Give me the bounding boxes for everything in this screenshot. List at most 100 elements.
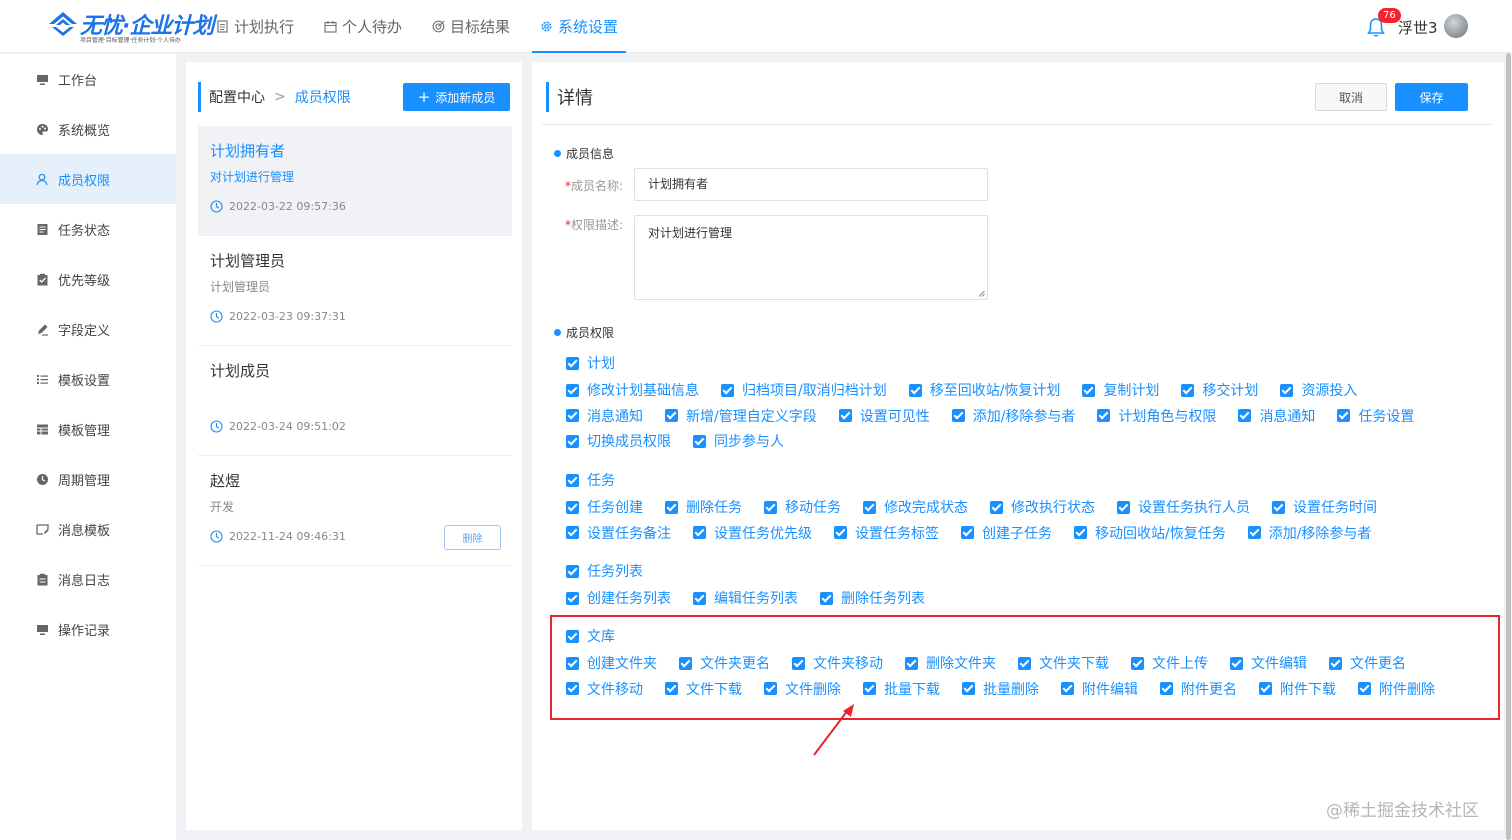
save-button[interactable]: 保存 [1395, 83, 1468, 111]
permission-group-head[interactable]: 任务 [566, 470, 615, 490]
checkbox-checked-icon[interactable] [566, 356, 579, 370]
nav-plan-execution[interactable]: 计划执行 [208, 0, 302, 53]
checkbox-checked-icon[interactable] [990, 500, 1003, 514]
permission-checkbox[interactable]: 修改计划基础信息 [566, 380, 699, 400]
nav-personal-todo[interactable]: 个人待办 [316, 0, 410, 53]
checkbox-checked-icon[interactable] [1097, 409, 1111, 422]
sidebar-item-message-template[interactable]: 消息模板 [0, 504, 176, 554]
checkbox-checked-icon[interactable] [566, 526, 579, 539]
sidebar-item-system-overview[interactable]: 系统概览 [0, 104, 176, 154]
permission-checkbox[interactable]: 设置任务时间 [1272, 497, 1377, 517]
permission-checkbox[interactable]: 删除任务列表 [820, 588, 925, 608]
checkbox-checked-icon[interactable] [566, 409, 579, 422]
checkbox-checked-icon[interactable] [951, 409, 965, 422]
sidebar-item-operation-log[interactable]: 操作记录 [0, 604, 176, 654]
sidebar-item-workbench[interactable]: 工作台 [0, 54, 176, 104]
checkbox-checked-icon[interactable] [863, 500, 876, 514]
checkbox-checked-icon[interactable] [1117, 500, 1130, 514]
permission-checkbox[interactable]: 移动回收站/恢复任务 [1074, 523, 1226, 543]
permission-checkbox[interactable]: 设置任务执行人员 [1117, 497, 1250, 517]
permission-checkbox[interactable]: 归档项目/取消归档计划 [721, 380, 887, 400]
member-card[interactable]: 赵煜 开发 2022-11-24 09:46:31 删除 [198, 456, 512, 566]
delete-member-button[interactable]: 删除 [444, 525, 501, 550]
checkbox-checked-icon[interactable] [665, 500, 678, 514]
checkbox-checked-icon[interactable] [566, 564, 579, 578]
permission-checkbox[interactable]: 修改完成状态 [863, 497, 968, 517]
permission-checkbox[interactable]: 创建任务列表 [566, 588, 671, 608]
checkbox-checked-icon[interactable] [566, 500, 579, 514]
permission-checkbox[interactable]: 任务创建 [566, 497, 643, 517]
sidebar-item-member-permissions[interactable]: 成员权限 [0, 154, 176, 204]
checkbox-checked-icon[interactable] [1280, 383, 1294, 397]
member-card[interactable]: 计划拥有者 对计划进行管理 2022-03-22 09:57:36 [198, 126, 512, 236]
checkbox-checked-icon[interactable] [1082, 383, 1096, 397]
checkbox-checked-icon[interactable] [566, 591, 579, 605]
permission-checkbox[interactable]: 计划角色与权限 [1097, 406, 1216, 426]
member-name-field[interactable]: 计划拥有者 [634, 168, 988, 201]
checkbox-checked-icon[interactable] [834, 526, 847, 539]
checkbox-checked-icon[interactable] [1181, 383, 1195, 397]
checkbox-checked-icon[interactable] [961, 526, 974, 539]
checkbox-checked-icon[interactable] [566, 473, 579, 487]
permission-group-head[interactable]: 任务列表 [566, 561, 643, 581]
sidebar-item-template-settings[interactable]: 模板设置 [0, 354, 176, 404]
permission-checkbox[interactable]: 移动任务 [764, 497, 841, 517]
sidebar-item-task-status[interactable]: 任务状态 [0, 204, 176, 254]
checkbox-checked-icon[interactable] [1337, 409, 1351, 422]
permission-checkbox[interactable]: 设置任务优先级 [693, 523, 812, 543]
checkbox-checked-icon[interactable] [693, 434, 706, 448]
sidebar-item-message-log[interactable]: 消息日志 [0, 554, 176, 604]
sidebar-item-priority[interactable]: 优先等级 [0, 254, 176, 304]
permission-checkbox[interactable]: 切换成员权限 [566, 431, 671, 451]
sidebar-item-template-management[interactable]: 模板管理 [0, 404, 176, 454]
avatar[interactable] [1444, 14, 1468, 38]
permission-checkbox[interactable]: 添加/移除参与者 [1247, 523, 1371, 543]
permission-checkbox[interactable]: 移至回收站/恢复计划 [908, 380, 1060, 400]
permission-desc-textarea[interactable]: 对计划进行管理 [634, 215, 988, 300]
permission-checkbox[interactable]: 编辑任务列表 [693, 588, 798, 608]
checkbox-checked-icon[interactable] [1238, 409, 1252, 422]
checkbox-checked-icon[interactable] [566, 434, 579, 448]
add-member-button[interactable]: + 添加新成员 [403, 83, 510, 111]
checkbox-checked-icon[interactable] [764, 500, 777, 514]
checkbox-checked-icon[interactable] [908, 383, 922, 397]
sidebar-item-cycle-management[interactable]: 周期管理 [0, 454, 176, 504]
sidebar-item-field-definition[interactable]: 字段定义 [0, 304, 176, 354]
checkbox-checked-icon[interactable] [820, 591, 833, 605]
permission-checkbox[interactable]: 消息通知 [1238, 406, 1315, 426]
username[interactable]: 浮世3 [1398, 17, 1438, 38]
checkbox-checked-icon[interactable] [1074, 526, 1087, 539]
permission-checkbox[interactable]: 同步参与人 [693, 431, 784, 451]
checkbox-checked-icon[interactable] [693, 526, 706, 539]
permission-group-head[interactable]: 计划 [566, 353, 615, 373]
checkbox-checked-icon[interactable] [693, 591, 706, 605]
permission-checkbox[interactable]: 设置可见性 [838, 406, 930, 426]
permission-checkbox[interactable]: 移交计划 [1181, 380, 1258, 400]
permission-checkbox[interactable]: 修改执行状态 [990, 497, 1095, 517]
permission-checkbox[interactable]: 删除任务 [665, 497, 742, 517]
permission-checkbox[interactable]: 任务设置 [1337, 406, 1414, 426]
app-logo[interactable]: 无忧·企业计划 项目管理·目标管理·任务计划·个人待办 [48, 8, 214, 46]
nav-target-results[interactable]: 目标结果 [424, 0, 518, 53]
permission-checkbox[interactable]: 新增/管理自定义字段 [665, 406, 817, 426]
permission-checkbox[interactable]: 设置任务标签 [834, 523, 939, 543]
checkbox-checked-icon[interactable] [566, 383, 579, 397]
permission-checkbox[interactable]: 设置任务备注 [566, 523, 671, 543]
breadcrumb-root[interactable]: 配置中心 [209, 87, 265, 107]
resize-grip-icon[interactable] [978, 290, 985, 297]
permission-checkbox[interactable]: 资源投入 [1280, 380, 1357, 400]
checkbox-checked-icon[interactable] [1272, 500, 1285, 514]
nav-system-settings[interactable]: 系统设置 [532, 0, 627, 53]
checkbox-checked-icon[interactable] [838, 409, 852, 422]
checkbox-checked-icon[interactable] [665, 409, 678, 422]
permission-checkbox[interactable]: 消息通知 [566, 406, 643, 426]
member-card[interactable]: 计划成员 2022-03-24 09:51:02 [198, 346, 512, 456]
permission-checkbox[interactable]: 添加/移除参与者 [951, 406, 1075, 426]
page-scrollbar[interactable] [1505, 53, 1512, 840]
permission-checkbox[interactable]: 复制计划 [1082, 380, 1159, 400]
checkbox-checked-icon[interactable] [1247, 526, 1261, 539]
member-card[interactable]: 计划管理员 计划管理员 2022-03-23 09:37:31 [198, 236, 512, 346]
cancel-button[interactable]: 取消 [1315, 83, 1387, 111]
checkbox-checked-icon[interactable] [721, 383, 734, 397]
permission-checkbox[interactable]: 创建子任务 [961, 523, 1052, 543]
